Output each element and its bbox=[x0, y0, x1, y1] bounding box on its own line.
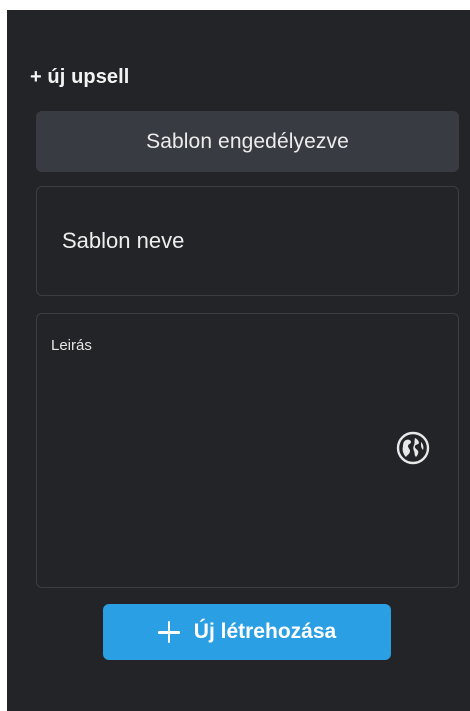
new-upsell-heading[interactable]: + új upsell bbox=[30, 64, 129, 90]
template-name-field[interactable]: Sablon neve bbox=[36, 186, 459, 296]
create-new-label: Új létrehozása bbox=[193, 620, 337, 643]
plus-icon bbox=[157, 621, 180, 643]
description-label: Leirás bbox=[51, 337, 92, 354]
template-enabled-label: Sablon engedélyezve bbox=[146, 129, 349, 153]
globe-icon[interactable] bbox=[395, 430, 431, 466]
template-name-value: Sablon neve bbox=[62, 228, 185, 253]
description-field[interactable]: Leirás bbox=[36, 313, 459, 588]
create-new-button[interactable]: Új létrehozása bbox=[103, 604, 391, 660]
template-enabled-button[interactable]: Sablon engedélyezve bbox=[36, 111, 459, 172]
